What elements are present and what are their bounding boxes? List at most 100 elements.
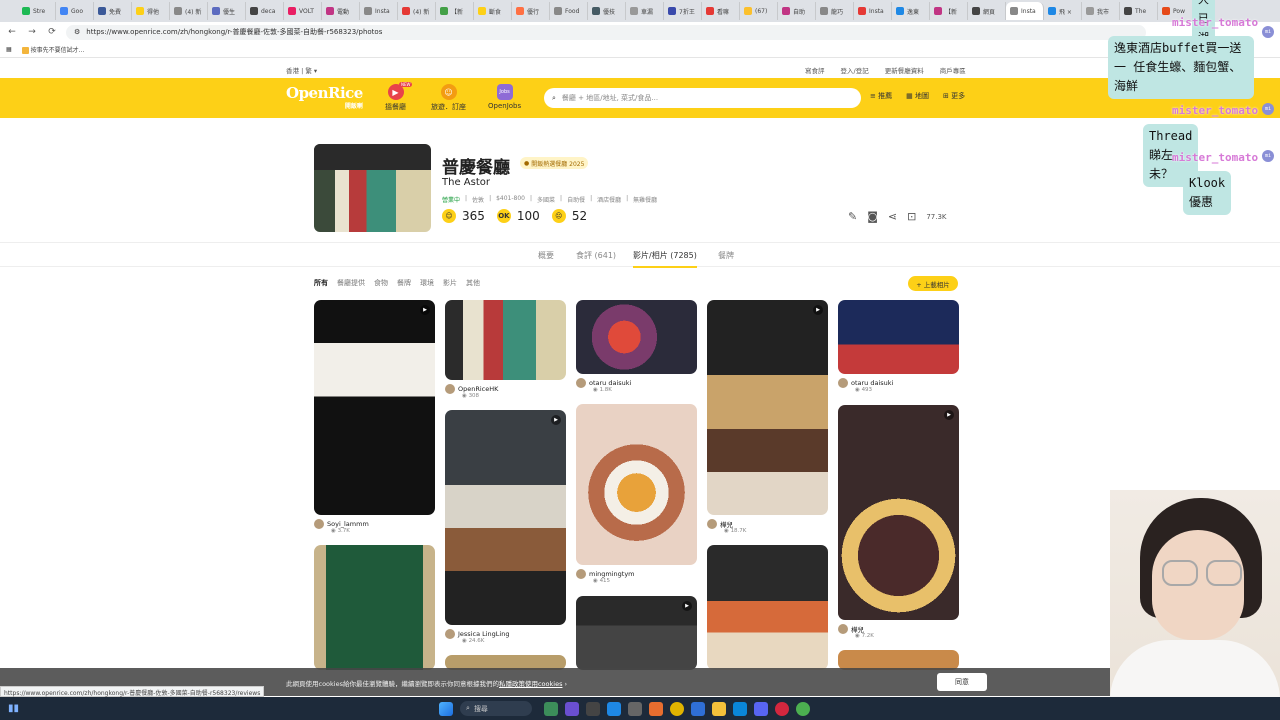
award-badge[interactable]: ● 開飯熱選餐廳 2025	[520, 157, 589, 169]
top-link[interactable]: 更新餐廳資料	[885, 65, 924, 75]
restaurant-meta-item[interactable]: 自助餐	[567, 195, 585, 204]
url-field[interactable]: ⚙ https://www.openrice.com/zh/hongkong/r…	[66, 24, 1146, 40]
photo-filter[interactable]: 餐牌	[397, 278, 411, 288]
site-info-icon[interactable]: ⚙	[74, 28, 80, 36]
browser-tab[interactable]: The	[1120, 2, 1158, 20]
photo-filter[interactable]: 影片	[443, 278, 457, 288]
forward-icon[interactable]: →	[26, 27, 38, 37]
top-link[interactable]: 寫食評	[805, 65, 825, 75]
taskbar-app-icon[interactable]	[607, 701, 622, 716]
restaurant-meta-item[interactable]: 無雞餐廳	[633, 195, 657, 204]
browser-tab[interactable]: Insta	[1006, 2, 1044, 20]
browser-tab[interactable]: 【新	[930, 2, 968, 20]
camera-icon[interactable]: ◙	[867, 210, 878, 223]
photo-filter[interactable]: 餐廳提供	[337, 278, 365, 288]
browser-tab[interactable]: 斷食	[474, 2, 512, 20]
write-review-icon[interactable]: ✎	[848, 210, 857, 223]
header-nav-item[interactable]: ▶ 搵餐廳 NEW	[385, 82, 413, 112]
photo-card[interactable]: ▶	[707, 300, 828, 515]
header-button[interactable]: ⊞ 更多	[943, 91, 965, 101]
taskbar-app-icon[interactable]	[733, 701, 748, 716]
browser-tab[interactable]: (67)	[740, 2, 778, 20]
upload-photo-button[interactable]: + 上載相片	[908, 276, 958, 291]
tab-photos[interactable]: 影片/相片 (7285)	[633, 250, 697, 268]
browser-tab[interactable]: (4) 新	[398, 2, 436, 20]
tab-overview[interactable]: 概要	[538, 250, 554, 261]
taskbar-app-icon[interactable]	[691, 701, 706, 716]
header-nav-item[interactable]: ☺ 旅遊．訂座	[431, 84, 466, 112]
bookmark-item[interactable]: 按事先不要信試才...	[21, 45, 84, 54]
photo-card[interactable]	[576, 300, 697, 374]
openrice-logo[interactable]: OpenRice 開飯喇	[286, 86, 363, 114]
region-selector[interactable]: 香港 | 繁 ▾	[286, 65, 317, 75]
taskbar-app-icon[interactable]	[775, 701, 790, 716]
photo-card[interactable]	[445, 300, 566, 380]
browser-tab[interactable]: Goo	[56, 2, 94, 20]
photo-filter[interactable]: 食物	[374, 278, 388, 288]
browser-tab[interactable]: Insta	[360, 2, 398, 20]
photo-card[interactable]	[707, 545, 828, 670]
top-link[interactable]: 登入/登記	[841, 65, 869, 75]
photo-card[interactable]	[314, 545, 435, 670]
cookie-accept-button[interactable]: 同意	[937, 673, 987, 691]
chrome-icon[interactable]	[796, 701, 811, 716]
reload-icon[interactable]: ⟳	[46, 27, 58, 37]
taskbar-search[interactable]: ⌕ 搜尋	[460, 701, 533, 716]
browser-tab[interactable]: 得他	[132, 2, 170, 20]
browser-tab[interactable]: Stre	[18, 2, 56, 20]
browser-tab[interactable]: 優行	[512, 2, 550, 20]
taskbar-app-icon[interactable]	[649, 701, 664, 716]
share-icon[interactable]: ⋖	[888, 210, 897, 223]
browser-tab[interactable]: 看嘛	[702, 2, 740, 20]
browser-tab[interactable]: Food	[550, 2, 588, 20]
widgets-icon[interactable]: ▮▮	[8, 703, 19, 714]
tab-reviews[interactable]: 食評 (641)	[576, 250, 616, 261]
bookmark-icon[interactable]: ⊡	[907, 210, 916, 223]
browser-tab[interactable]: (4) 新	[170, 2, 208, 20]
browser-tab[interactable]: 免費	[94, 2, 132, 20]
browser-tab[interactable]: Insta	[854, 2, 892, 20]
restaurant-meta-item[interactable]: 多國菜	[537, 195, 555, 204]
apps-icon[interactable]: ▦	[6, 46, 12, 53]
header-nav-item[interactable]: Jobs OpenJobs	[488, 84, 521, 110]
taskbar-app-icon[interactable]	[754, 701, 769, 716]
search-input[interactable]: ⌕ 餐廳 + 地區/地址, 菜式/食品...	[544, 88, 861, 108]
photo-filter[interactable]: 其他	[466, 278, 480, 288]
restaurant-meta-item[interactable]: 佐敦	[472, 195, 484, 204]
browser-tab[interactable]: VOLT	[284, 2, 322, 20]
taskbar-app-icon[interactable]	[565, 701, 580, 716]
browser-tab[interactable]: 我市	[1082, 2, 1120, 20]
top-link[interactable]: 商戶專區	[940, 65, 966, 75]
tab-menu[interactable]: 餐牌	[718, 250, 734, 261]
restaurant-meta-item[interactable]: $401-800	[496, 195, 525, 204]
photo-filter[interactable]: 環境	[420, 278, 434, 288]
photo-card[interactable]: ▶	[445, 410, 566, 625]
photo-filter[interactable]: 所有	[314, 278, 328, 288]
browser-tab[interactable]: 龍巧	[816, 2, 854, 20]
photo-card[interactable]	[576, 404, 697, 565]
browser-tab[interactable]: 優生	[208, 2, 246, 20]
taskbar-app-icon[interactable]	[544, 701, 559, 716]
photo-card[interactable]	[838, 300, 959, 374]
chrome-icon[interactable]	[670, 701, 685, 716]
taskbar-app-icon[interactable]	[628, 701, 643, 716]
folder-icon[interactable]	[712, 701, 727, 716]
back-icon[interactable]: ←	[6, 27, 18, 37]
browser-tab[interactable]: 車漏	[626, 2, 664, 20]
browser-tab[interactable]: 網頁	[968, 2, 1006, 20]
browser-tab[interactable]: 自助	[778, 2, 816, 20]
browser-tab[interactable]: 7折王	[664, 2, 702, 20]
privacy-link[interactable]: 私隱政策使用cookies	[499, 680, 562, 688]
photo-card[interactable]: ▶	[838, 405, 959, 620]
browser-tab[interactable]: 逸東	[892, 2, 930, 20]
photo-card[interactable]: ▶	[576, 596, 697, 670]
browser-tab[interactable]: deca	[246, 2, 284, 20]
browser-tab[interactable]: 【新	[436, 2, 474, 20]
browser-tab[interactable]: 電動	[322, 2, 360, 20]
restaurant-cover-photo[interactable]	[314, 144, 431, 232]
browser-tab[interactable]: 優技	[588, 2, 626, 20]
photo-card[interactable]	[838, 650, 959, 670]
taskbar-app-icon[interactable]	[586, 701, 601, 716]
photo-card[interactable]: ▶	[314, 300, 435, 515]
start-icon[interactable]	[439, 701, 454, 716]
